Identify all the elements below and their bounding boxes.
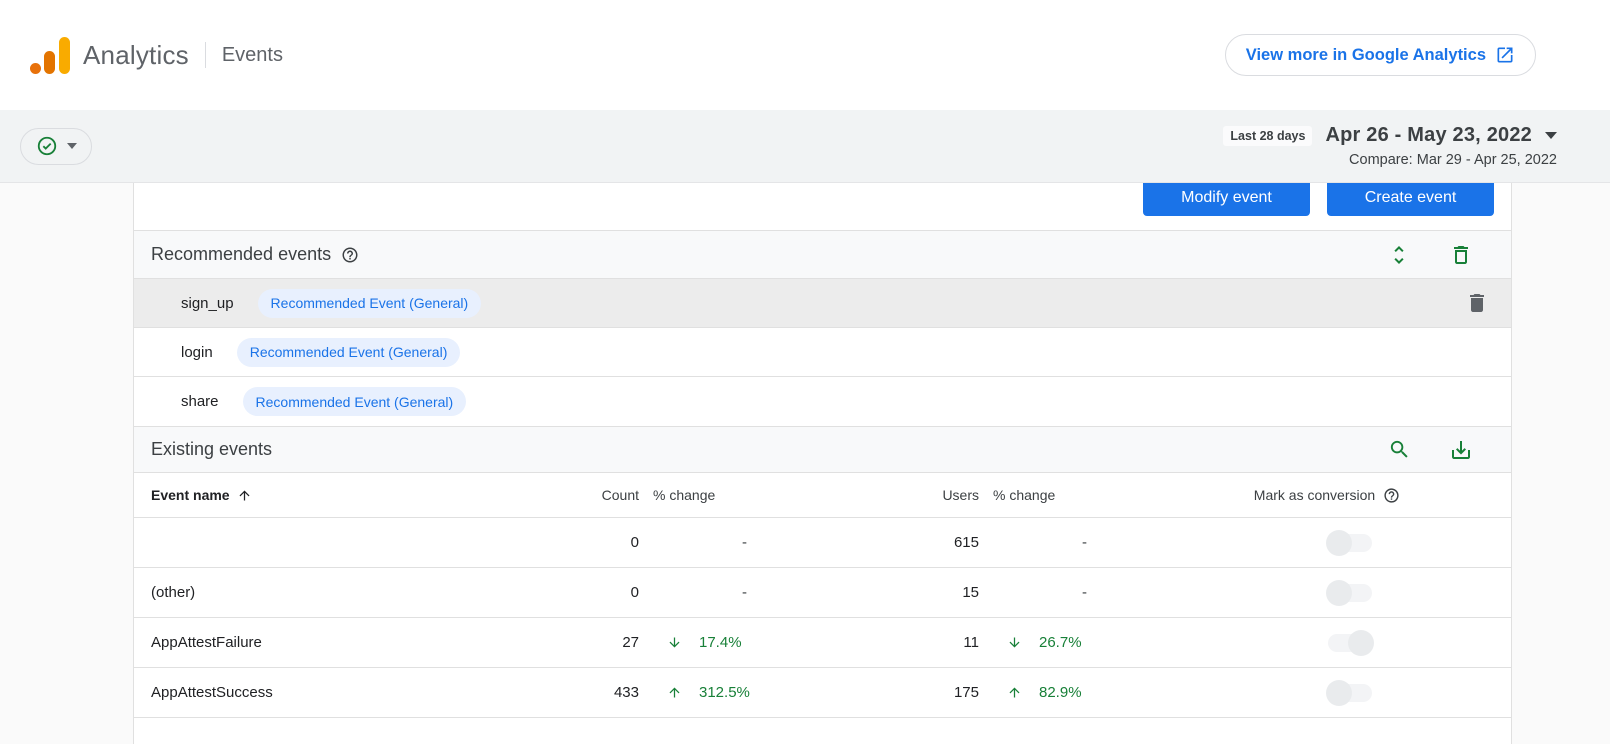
download-icon[interactable]	[1449, 438, 1473, 462]
search-icon[interactable]	[1388, 438, 1411, 461]
users-cell: 615	[769, 534, 979, 551]
table-row[interactable]: AppAttestFailure 27 17.4% 11 26.7%	[134, 618, 1511, 668]
column-users[interactable]: Users	[769, 487, 979, 503]
count-change-cell: 312.5%	[699, 684, 750, 701]
main-area: Modify event Create event Recommended ev…	[0, 183, 1610, 744]
status-filter-dropdown[interactable]	[20, 128, 92, 165]
recommended-events-header: Recommended events	[134, 230, 1511, 279]
users-cell: 15	[769, 584, 979, 601]
table-row[interactable]: AppAttestSuccess 433 312.5% 175 82.9%	[134, 668, 1511, 718]
users-cell: 11	[769, 634, 979, 651]
column-count-change: % change	[639, 487, 769, 503]
date-range-value: Apr 26 - May 23, 2022	[1325, 124, 1532, 147]
view-more-button[interactable]: View more in Google Analytics	[1225, 34, 1536, 76]
users-change-cell: -	[1082, 584, 1087, 601]
view-more-label: View more in Google Analytics	[1246, 46, 1486, 65]
mark-as-conversion-toggle[interactable]	[1328, 584, 1372, 602]
column-event-name[interactable]: Event name	[151, 487, 230, 503]
count-cell: 0	[469, 534, 639, 551]
date-range-preset-label: Last 28 days	[1223, 126, 1312, 146]
recommended-row-sign-up[interactable]: sign_up Recommended Event (General)	[134, 279, 1511, 328]
count-change-cell: 17.4%	[699, 634, 742, 651]
existing-events-title: Existing events	[151, 439, 272, 460]
mark-as-conversion-toggle[interactable]	[1328, 534, 1372, 552]
event-name-cell: (other)	[151, 584, 469, 601]
mark-as-conversion-toggle[interactable]	[1328, 634, 1372, 652]
external-link-icon	[1495, 45, 1515, 65]
brand-divider	[205, 42, 206, 68]
column-count[interactable]: Count	[469, 487, 639, 503]
count-cell: 0	[469, 584, 639, 601]
expand-collapse-icon[interactable]	[1387, 243, 1411, 267]
count-cell: 433	[469, 684, 639, 701]
table-row[interactable]: (other) 0 - 15 -	[134, 568, 1511, 618]
recommended-event-badge: Recommended Event (General)	[237, 338, 461, 367]
app-header: Analytics Events View more in Google Ana…	[0, 0, 1610, 110]
column-users-change: % change	[979, 487, 1109, 503]
trend-down-icon	[1007, 635, 1022, 650]
count-cell: 27	[469, 634, 639, 651]
users-change-cell: 26.7%	[1039, 634, 1082, 651]
help-icon[interactable]	[341, 246, 359, 264]
caret-down-icon	[1545, 132, 1557, 139]
trend-up-icon	[667, 685, 682, 700]
date-range-block: Last 28 days Apr 26 - May 23, 2022 Compa…	[1223, 124, 1557, 168]
event-name-cell: AppAttestFailure	[151, 634, 469, 651]
event-name: share	[181, 393, 219, 410]
create-event-button[interactable]: Create event	[1327, 183, 1494, 216]
trend-down-icon	[667, 635, 682, 650]
analytics-logo-icon	[30, 36, 70, 74]
recommended-event-badge: Recommended Event (General)	[258, 289, 482, 318]
caret-down-icon	[67, 143, 77, 149]
delete-row-icon[interactable]	[1465, 291, 1489, 315]
trend-up-icon	[1007, 685, 1022, 700]
page-title: Events	[222, 44, 283, 67]
users-change-cell: -	[1082, 534, 1087, 551]
actions-row: Modify event Create event	[134, 183, 1511, 230]
users-cell: 175	[769, 684, 979, 701]
delete-section-icon[interactable]	[1449, 243, 1473, 267]
count-change-cell: -	[742, 584, 747, 601]
event-name: sign_up	[181, 295, 234, 312]
events-table-header: Event name Count % change Users % change…	[134, 473, 1511, 518]
brand: Analytics Events	[30, 36, 283, 74]
existing-events-header: Existing events	[134, 426, 1511, 473]
toolbar: Last 28 days Apr 26 - May 23, 2022 Compa…	[0, 110, 1610, 183]
help-icon[interactable]	[1383, 487, 1400, 504]
mark-as-conversion-toggle[interactable]	[1328, 684, 1372, 702]
app-name: Analytics	[83, 40, 189, 71]
check-circle-icon	[36, 135, 58, 157]
count-change-cell: -	[742, 534, 747, 551]
recommended-row-login[interactable]: login Recommended Event (General)	[134, 328, 1511, 377]
date-range-selector[interactable]: Last 28 days Apr 26 - May 23, 2022	[1223, 124, 1557, 147]
compare-range-text: Compare: Mar 29 - Apr 25, 2022	[1349, 152, 1557, 168]
modify-event-button[interactable]: Modify event	[1143, 183, 1310, 216]
sort-ascending-icon	[237, 488, 252, 503]
users-change-cell: 82.9%	[1039, 684, 1082, 701]
column-mark-as-conversion: Mark as conversion	[1254, 487, 1375, 503]
recommended-row-share[interactable]: share Recommended Event (General)	[134, 377, 1511, 426]
recommended-event-badge: Recommended Event (General)	[243, 387, 467, 416]
events-card: Modify event Create event Recommended ev…	[133, 183, 1512, 744]
event-name-cell: AppAttestSuccess	[151, 684, 469, 701]
recommended-events-title: Recommended events	[151, 244, 331, 265]
table-row[interactable]: 0 - 615 -	[134, 518, 1511, 568]
event-name: login	[181, 344, 213, 361]
